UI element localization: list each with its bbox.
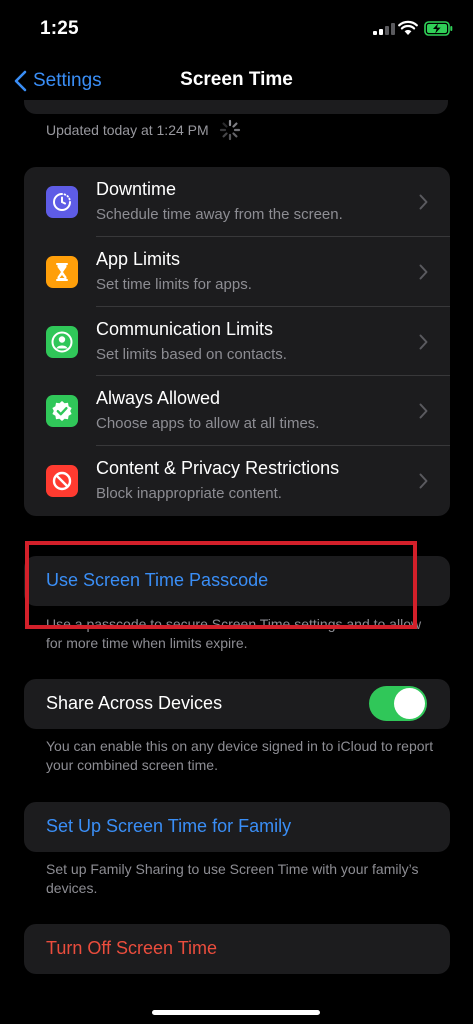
share-across-devices-label: Share Across Devices	[46, 693, 223, 713]
app-limits-title: App Limits	[96, 248, 181, 269]
updated-status: Updated today at 1:24 PM	[46, 119, 241, 141]
page-title: Screen Time	[180, 69, 293, 90]
annotation-highlight-box	[25, 541, 417, 629]
content-privacy-subtitle: Block inappropriate content.	[96, 485, 282, 503]
chevron-right-icon	[419, 194, 428, 210]
content-privacy-title: Content & Privacy Restrictions	[96, 458, 340, 479]
turn-off-cell[interactable]: Turn Off Screen Time	[24, 924, 450, 974]
loading-spinner-icon	[219, 119, 240, 141]
share-footnote: You can enable this on any device signed…	[46, 738, 434, 773]
communication-limits-subtitle: Set limits based on contacts.	[96, 345, 287, 363]
app-limits-subtitle: Set time limits for apps.	[96, 275, 252, 293]
home-indicator	[152, 1010, 320, 1015]
checkmark-seal-icon	[46, 395, 78, 428]
usage-card-bottom-edge	[24, 100, 448, 114]
status-time: 1:25	[40, 18, 79, 39]
always-allowed-row[interactable]: Always Allowed Choose apps to allow at a…	[24, 376, 450, 447]
always-allowed-title: Always Allowed	[96, 388, 221, 409]
downtime-row[interactable]: Downtime Schedule time away from the scr…	[24, 167, 450, 237]
chevron-right-icon	[419, 473, 428, 489]
app-limits-row[interactable]: App Limits Set time limits for apps.	[24, 237, 450, 307]
screen-time-options-list: Downtime Schedule time away from the scr…	[24, 167, 450, 516]
turn-off-screen-time-button[interactable]: Turn Off Screen Time	[46, 938, 217, 959]
chevron-right-icon	[419, 403, 428, 419]
battery-charging-icon	[424, 21, 453, 36]
navigation-bar: Settings Screen Time	[0, 56, 473, 106]
no-entry-icon	[46, 465, 78, 498]
downtime-subtitle: Schedule time away from the screen.	[96, 206, 343, 223]
cellular-signal-icon	[373, 23, 395, 35]
hourglass-icon	[46, 255, 78, 288]
share-across-devices-toggle[interactable]	[369, 686, 427, 721]
set-up-family-button[interactable]: Set Up Screen Time for Family	[46, 816, 291, 837]
always-allowed-subtitle: Choose apps to allow at all times.	[96, 415, 320, 433]
share-across-devices-cell: Share Across Devices	[24, 679, 450, 729]
chevron-right-icon	[419, 264, 428, 280]
family-footnote: Set up Family Sharing to use Screen Time…	[46, 861, 419, 896]
communication-limits-title: Communication Limits	[96, 318, 274, 339]
communication-limits-row[interactable]: Communication Limits Set limits based on…	[24, 307, 450, 377]
toggle-knob	[394, 688, 425, 719]
downtime-title: Downtime	[96, 179, 177, 199]
family-setup-cell[interactable]: Set Up Screen Time for Family	[24, 802, 450, 852]
contact-person-icon	[46, 325, 78, 358]
updated-text: Updated today at 1:24 PM	[46, 122, 209, 138]
status-bar: 1:25	[0, 0, 473, 56]
content-privacy-row[interactable]: Content & Privacy Restrictions Block ina…	[24, 446, 450, 516]
downtime-icon	[46, 186, 78, 218]
chevron-right-icon	[419, 334, 428, 350]
wifi-icon	[398, 20, 418, 36]
